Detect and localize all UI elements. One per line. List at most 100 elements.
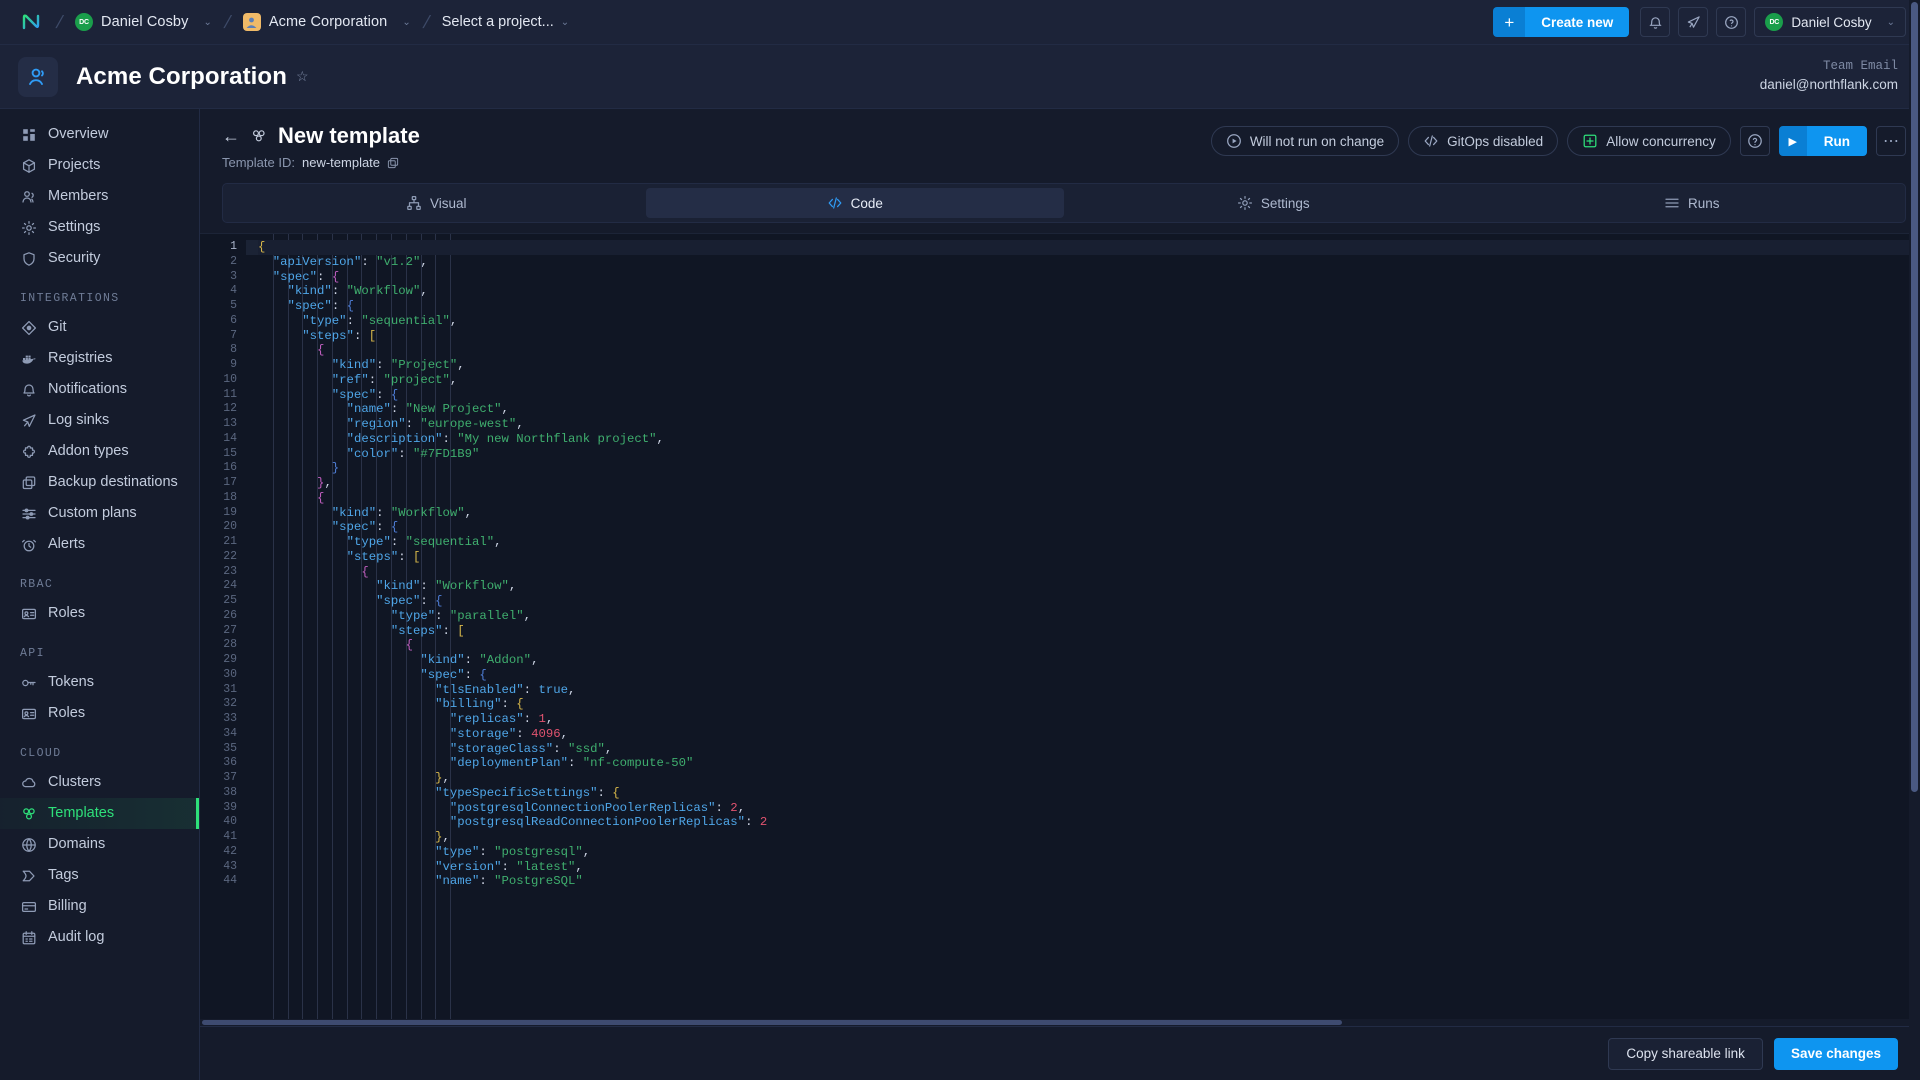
- line-number: 12: [223, 402, 237, 416]
- sidebar-item-roles[interactable]: Roles: [0, 698, 199, 729]
- tab-label: Visual: [429, 195, 467, 211]
- code-line: "storageClass": "ssd",: [449, 741, 613, 756]
- chevron-down-icon[interactable]: ⌄: [203, 17, 211, 28]
- sidebar-group-title: API: [20, 647, 45, 660]
- tab-settings[interactable]: Settings: [1064, 188, 1483, 218]
- sidebar-item-roles[interactable]: Roles: [0, 598, 199, 629]
- cloud-icon: [20, 773, 37, 792]
- account-menu-button[interactable]: DC Daniel Cosby ⌄: [1754, 7, 1906, 37]
- sidebar-item-security[interactable]: Security: [0, 243, 199, 274]
- sidebar-item-tags[interactable]: Tags: [0, 860, 199, 891]
- help-circle-icon[interactable]: [1716, 7, 1747, 37]
- run-button[interactable]: ▶ Run: [1778, 126, 1867, 156]
- code-editor[interactable]: 1 2 3 4 5 6 7 8 9 10 11 12 13 14 15 16 17 18 19 20 21 22 23 24 2…: [200, 233, 1920, 1026]
- breadcrumb-separator: /: [222, 11, 233, 32]
- editor-line-numbers: 1 2 3 4 5 6 7 8 9 10 11 12 13 14 15 16 17 18 19 20 21 22 23 24 2…: [200, 234, 246, 1026]
- ellipsis-icon[interactable]: ⋯: [1876, 126, 1906, 156]
- chevron-down-icon[interactable]: ⌄: [402, 17, 410, 28]
- sidebar-item-notifications[interactable]: Notifications: [0, 374, 199, 405]
- sidebar-item-backup-destinations[interactable]: Backup destinations: [0, 467, 199, 498]
- rocket-icon[interactable]: [1678, 7, 1709, 37]
- template-action-gitops-disabled[interactable]: GitOps disabled: [1408, 126, 1559, 156]
- sidebar-item-tokens[interactable]: Tokens: [0, 667, 199, 698]
- template-id-row: Template ID: new-template: [222, 155, 1211, 170]
- code-line: "kind": "Workflow",: [376, 579, 517, 594]
- organization-header: Acme Corporation ☆ Team Email daniel@nor…: [0, 45, 1920, 109]
- template-title-row: ← New template: [222, 123, 1211, 149]
- sidebar-item-git[interactable]: Git: [0, 312, 199, 343]
- line-number: 27: [223, 623, 237, 637]
- sidebar-item-settings[interactable]: Settings: [0, 212, 199, 243]
- play-circle-icon: [1226, 133, 1242, 149]
- line-number: 20: [223, 520, 237, 534]
- page-title: Acme Corporation: [76, 62, 287, 90]
- copy-shareable-link-button[interactable]: Copy shareable link: [1608, 1037, 1763, 1070]
- breadcrumb-user[interactable]: DC Daniel Cosby ⌄: [75, 13, 212, 31]
- chevron-down-icon[interactable]: ⌄: [561, 17, 569, 28]
- template-action-allow-concurrency[interactable]: Allow concurrency: [1567, 126, 1731, 156]
- code-line: "postgresqlConnectionPoolerReplicas": 2,: [449, 800, 746, 815]
- template-action-will-not-run-on-change[interactable]: Will not run on change: [1210, 126, 1400, 156]
- sliders-icon: [20, 504, 37, 523]
- northflank-logo-icon[interactable]: [18, 9, 44, 35]
- sidebar-item-projects[interactable]: Projects: [0, 150, 199, 181]
- chevron-down-icon: ⌄: [1886, 16, 1895, 28]
- code-line: "kind": "Project",: [331, 358, 465, 372]
- sidebar-group-title: RBAC: [20, 578, 54, 591]
- scrollbar-thumb[interactable]: [1911, 2, 1918, 792]
- sidebar-item-label: Backup destinations: [48, 474, 178, 490]
- sidebar-item-custom-plans[interactable]: Custom plans: [0, 498, 199, 529]
- code-line: "ref": "project",: [331, 372, 458, 387]
- code-line: "description": "My new Northflank projec…: [346, 431, 664, 446]
- back-arrow-icon[interactable]: ←: [222, 127, 240, 145]
- sidebar-item-alerts[interactable]: Alerts: [0, 529, 199, 560]
- sidebar-item-label: Custom plans: [48, 505, 137, 521]
- sidebar: Overview Projects Members Settings Security I…: [0, 109, 200, 1080]
- sidebar-item-members[interactable]: Members: [0, 181, 199, 212]
- code-line: "spec": {: [331, 387, 399, 402]
- code-line: "name": "PostgreSQL": [435, 874, 583, 889]
- breadcrumb-separator: /: [420, 11, 432, 32]
- shield-icon: [20, 249, 37, 268]
- scrollbar-thumb[interactable]: [202, 1020, 1342, 1025]
- code-line: "billing": {: [435, 697, 524, 712]
- sidebar-item-billing[interactable]: Billing: [0, 891, 199, 922]
- copy-icon: [20, 473, 37, 492]
- page-scrollbar[interactable]: [1909, 0, 1920, 1080]
- avatar: DC: [1765, 13, 1784, 31]
- line-number: 30: [223, 667, 237, 681]
- sidebar-item-addon-types[interactable]: Addon types: [0, 436, 199, 467]
- code-line: "type": "sequential",: [302, 313, 458, 328]
- line-number: 5: [230, 299, 237, 312]
- sidebar-item-audit-log[interactable]: Audit log: [0, 922, 199, 953]
- star-icon[interactable]: ☆: [296, 68, 309, 85]
- create-new-button[interactable]: + Create new: [1493, 7, 1630, 37]
- sidebar-item-domains[interactable]: Domains: [0, 829, 199, 860]
- tab-visual[interactable]: Visual: [227, 188, 646, 218]
- code-line: "spec": {: [420, 667, 487, 682]
- editor-code-area[interactable]: { "apiVersion": "v1.2", "spec": { "kind"…: [246, 234, 1920, 1026]
- copy-icon[interactable]: [387, 157, 399, 169]
- editor-horizontal-scrollbar[interactable]: [200, 1019, 1909, 1026]
- grid-icon: [20, 125, 37, 144]
- code-line: {: [361, 564, 369, 579]
- tab-runs[interactable]: Runs: [1483, 188, 1902, 218]
- line-number: 36: [223, 756, 237, 770]
- help-circle-icon[interactable]: [1739, 126, 1770, 156]
- code-line: "deploymentPlan": "nf-compute-50": [449, 756, 694, 771]
- key-icon: [20, 673, 37, 692]
- sidebar-item-registries[interactable]: Registries: [0, 343, 199, 374]
- sidebar-item-templates[interactable]: Templates: [0, 798, 199, 829]
- sidebar-item-clusters[interactable]: Clusters: [0, 767, 199, 798]
- project-selector[interactable]: Select a project... ⌄: [442, 14, 569, 30]
- alarm-icon: [20, 535, 37, 554]
- sidebar-item-overview[interactable]: Overview: [0, 119, 199, 150]
- team-email-block: Team Email daniel@northflank.com: [1760, 58, 1898, 94]
- bottom-action-bar: Copy shareable link Save changes: [200, 1026, 1920, 1080]
- tab-code[interactable]: Code: [645, 188, 1064, 218]
- code-line: "steps": [: [390, 623, 465, 638]
- save-changes-button[interactable]: Save changes: [1773, 1037, 1898, 1070]
- breadcrumb-org[interactable]: Acme Corporation ⌄: [242, 13, 411, 31]
- bell-icon[interactable]: [1640, 7, 1671, 37]
- sidebar-item-log-sinks[interactable]: Log sinks: [0, 405, 199, 436]
